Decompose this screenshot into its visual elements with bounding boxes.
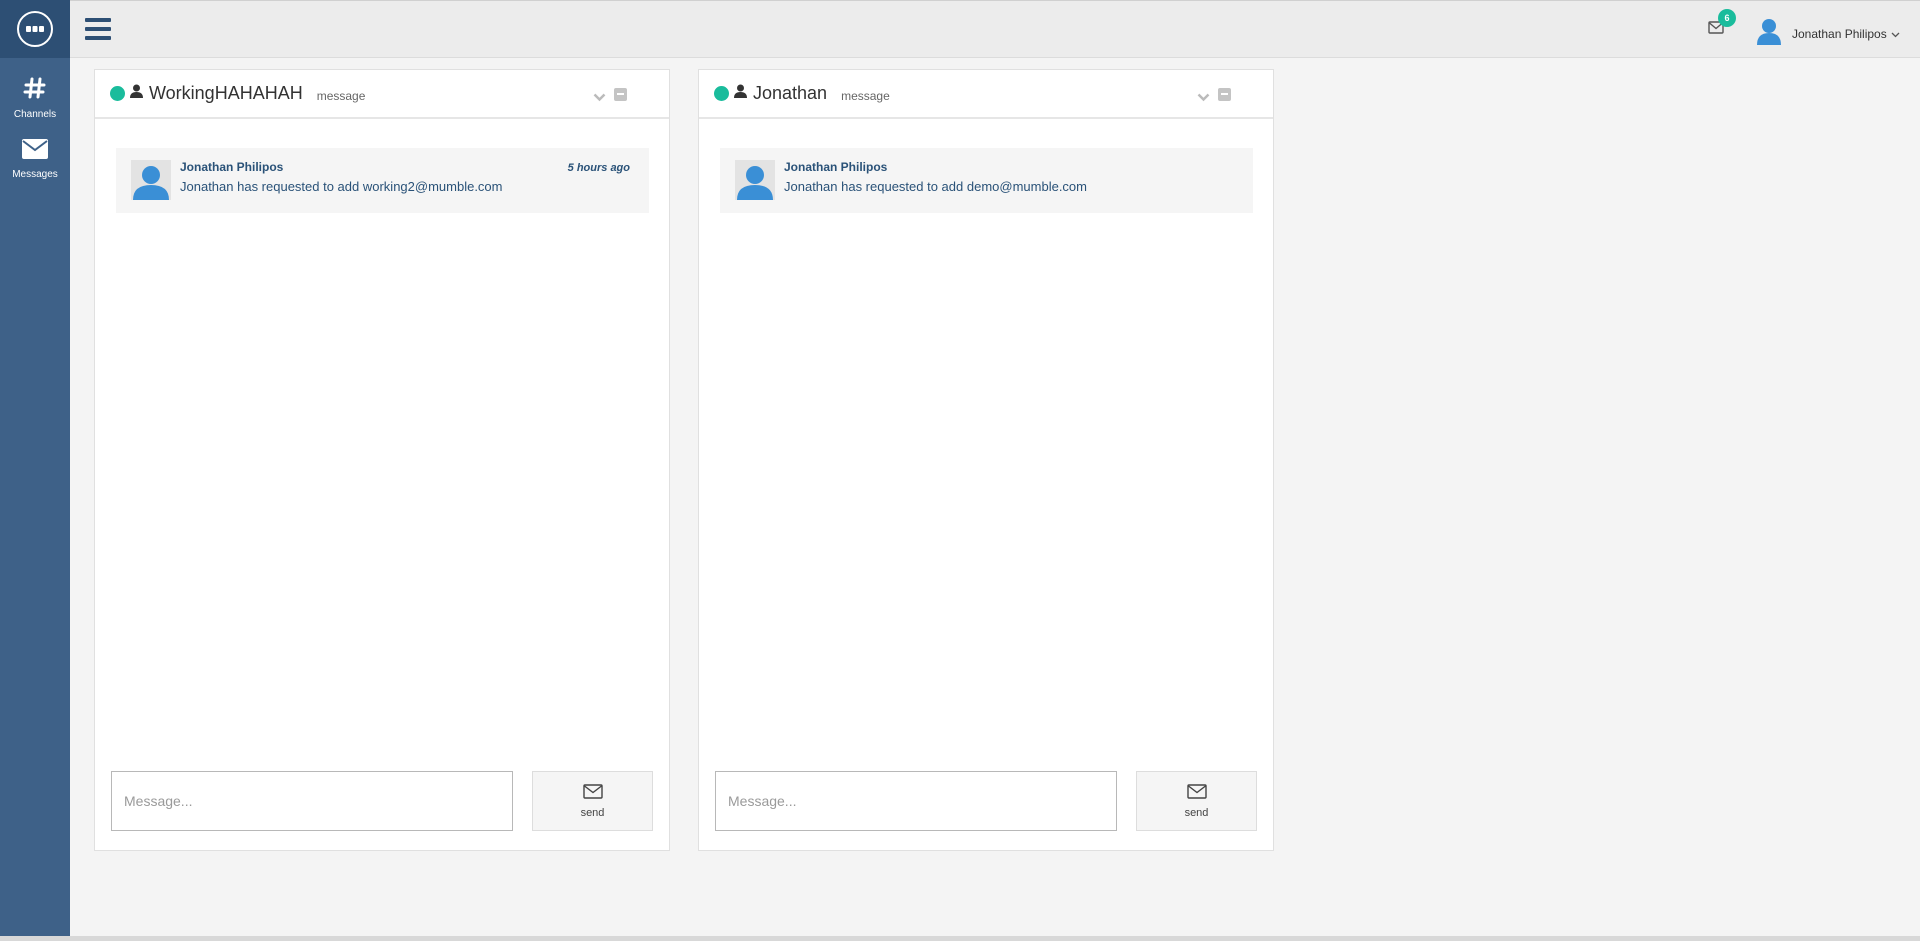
panel-subtitle: message	[841, 88, 890, 103]
sidebar-item-messages[interactable]: Messages	[0, 138, 70, 180]
user-menu[interactable]: Jonathan Philipos	[1756, 17, 1900, 50]
avatar	[1756, 17, 1782, 50]
message-text: Jonathan has requested to add demo@mumbl…	[784, 179, 1087, 194]
panel-subtitle: message	[316, 88, 366, 103]
app-logo[interactable]	[0, 0, 70, 58]
message-author[interactable]: Jonathan Philipos	[180, 160, 503, 174]
user-icon	[130, 84, 143, 103]
user-name: Jonathan Philipos	[1792, 26, 1887, 41]
panel-header: WorkingHAHAHAH message	[95, 70, 669, 119]
envelope-icon	[21, 138, 49, 165]
chat-panel: Jonathan message Jonathan Philipos Jonat…	[698, 69, 1274, 851]
sidebar: Channels Messages	[0, 0, 70, 936]
message-input[interactable]	[715, 771, 1117, 831]
chevron-down-icon	[1891, 25, 1900, 43]
panel-title: Jonathan	[753, 83, 828, 103]
hash-icon	[23, 76, 47, 105]
window-bottom-edge	[0, 936, 1920, 941]
avatar	[735, 160, 775, 200]
chevron-down-icon[interactable]	[1197, 89, 1210, 107]
online-status-dot	[110, 86, 125, 101]
sidebar-item-label: Channels	[13, 109, 57, 120]
send-button-label: send	[580, 806, 605, 819]
message-item: Jonathan Philipos Jonathan has requested…	[116, 148, 649, 213]
sidebar-item-channels[interactable]: Channels	[0, 76, 70, 120]
chat-bubble-icon	[17, 11, 53, 47]
minimize-icon[interactable]	[614, 88, 627, 101]
envelope-icon	[582, 783, 603, 804]
message-author[interactable]: Jonathan Philipos	[784, 160, 1087, 174]
minimize-icon[interactable]	[1218, 88, 1231, 101]
message-item: Jonathan Philipos Jonathan has requested…	[720, 148, 1253, 213]
top-bar	[70, 0, 1920, 58]
menu-toggle-icon[interactable]	[85, 18, 111, 40]
message-input[interactable]	[111, 771, 513, 831]
message-timestamp: 5 hours ago	[567, 162, 630, 174]
chevron-down-icon[interactable]	[593, 89, 606, 107]
online-status-dot	[714, 86, 729, 101]
send-button[interactable]: send	[1136, 771, 1257, 831]
envelope-icon	[1186, 783, 1207, 804]
message-text: Jonathan has requested to add working2@m…	[180, 179, 503, 194]
avatar	[131, 160, 171, 200]
panel-header: Jonathan message	[699, 70, 1273, 119]
panel-title: WorkingHAHAHAH	[149, 83, 303, 103]
sidebar-item-label: Messages	[12, 169, 58, 180]
chat-panel: WorkingHAHAHAH message Jonathan Philipos…	[94, 69, 670, 851]
notification-badge: 6	[1718, 9, 1736, 27]
send-button-label: send	[1184, 806, 1209, 819]
user-icon	[734, 84, 747, 103]
send-button[interactable]: send	[532, 771, 653, 831]
